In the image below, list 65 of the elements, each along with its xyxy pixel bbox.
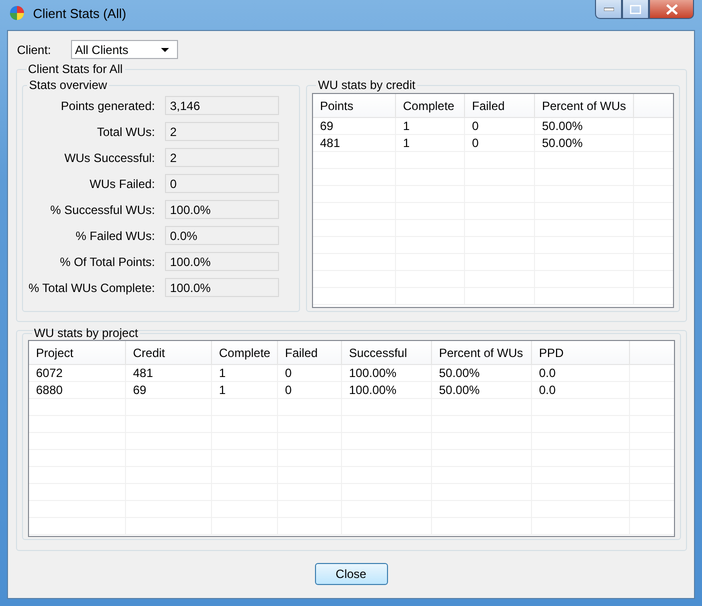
column-header[interactable]: Failed (278, 341, 342, 364)
minimize-button[interactable] (595, 0, 622, 19)
readonly-field: 2 (165, 122, 279, 141)
client-dropdown[interactable]: All Clients (71, 40, 178, 59)
table-cell: 100.00% (349, 383, 396, 397)
column-header[interactable]: Successful (342, 341, 432, 364)
field-label: WUs Failed: (88, 176, 156, 190)
readonly-field: 0.0% (165, 226, 279, 245)
table-cell: 0 (472, 136, 479, 150)
table-cell: 1 (219, 366, 226, 380)
column-header[interactable]: Percent of WUs (432, 341, 532, 364)
table-cell: 100.00% (349, 366, 396, 380)
table-cell: 6880 (36, 383, 63, 397)
readonly-field: 3,146 (165, 96, 279, 115)
column-header[interactable]: PPD (532, 341, 630, 364)
table-cell: 69 (133, 383, 146, 397)
field-label: % Of Total Points: (58, 254, 156, 268)
close-button[interactable] (649, 0, 694, 19)
close-dialog-button[interactable]: Close (314, 563, 388, 585)
column-header[interactable]: Failed (465, 94, 535, 117)
table-cell: 0.0 (539, 366, 556, 380)
field-label: WUs Successful: (63, 150, 156, 164)
readonly-field: 100.0% (165, 278, 279, 297)
field-label: % Total WUs Complete: (28, 280, 156, 294)
readonly-field: 2 (165, 148, 279, 167)
field-label: % Failed WUs: (74, 228, 156, 242)
table-cell: 50.00% (439, 383, 480, 397)
column-header[interactable]: Credit (126, 341, 212, 364)
column-header[interactable]: Percent of WUs (535, 94, 634, 117)
table-cell: 481 (320, 136, 340, 150)
group-title: WU stats by credit (317, 78, 416, 92)
maximize-button[interactable] (622, 0, 649, 19)
table-cell: 0.0 (539, 383, 556, 397)
readonly-field: 100.0% (165, 252, 279, 271)
table-cell: 6072 (36, 366, 63, 380)
table-cell: 0 (472, 119, 479, 133)
window-title: Client Stats (All) (33, 6, 126, 20)
table-cell: 481 (133, 366, 154, 380)
group-title: Stats overview (28, 78, 108, 92)
maximize-icon (630, 4, 641, 14)
column-header[interactable]: Project (29, 341, 126, 364)
table-cell: 1 (403, 136, 410, 150)
group-title: Client Stats for All (27, 62, 124, 76)
table-cell: 69 (320, 119, 334, 133)
readonly-field: 100.0% (165, 200, 279, 219)
readonly-field: 0 (165, 174, 279, 193)
minimize-icon (604, 7, 614, 11)
field-label: Total WUs: (96, 124, 156, 138)
table-cell: 0 (285, 366, 292, 380)
field-label: % Successful WUs: (49, 202, 156, 216)
table-cell: 50.00% (542, 119, 583, 133)
dropdown-arrow-icon (161, 48, 169, 52)
table-cell: 50.00% (542, 136, 583, 150)
group-title: WU stats by project (33, 326, 140, 340)
column-header[interactable]: Points (313, 94, 396, 117)
client-label: Client: (17, 42, 52, 56)
column-header[interactable]: Complete (212, 341, 278, 364)
table-cell: 1 (219, 383, 226, 397)
close-icon (666, 4, 678, 14)
app-logo-icon (9, 5, 25, 21)
table-cell: 1 (403, 119, 410, 133)
table-cell: 50.00% (439, 366, 480, 380)
column-header[interactable]: Complete (396, 94, 465, 117)
field-label: Points generated: (60, 98, 156, 112)
table-cell: 0 (285, 383, 292, 397)
